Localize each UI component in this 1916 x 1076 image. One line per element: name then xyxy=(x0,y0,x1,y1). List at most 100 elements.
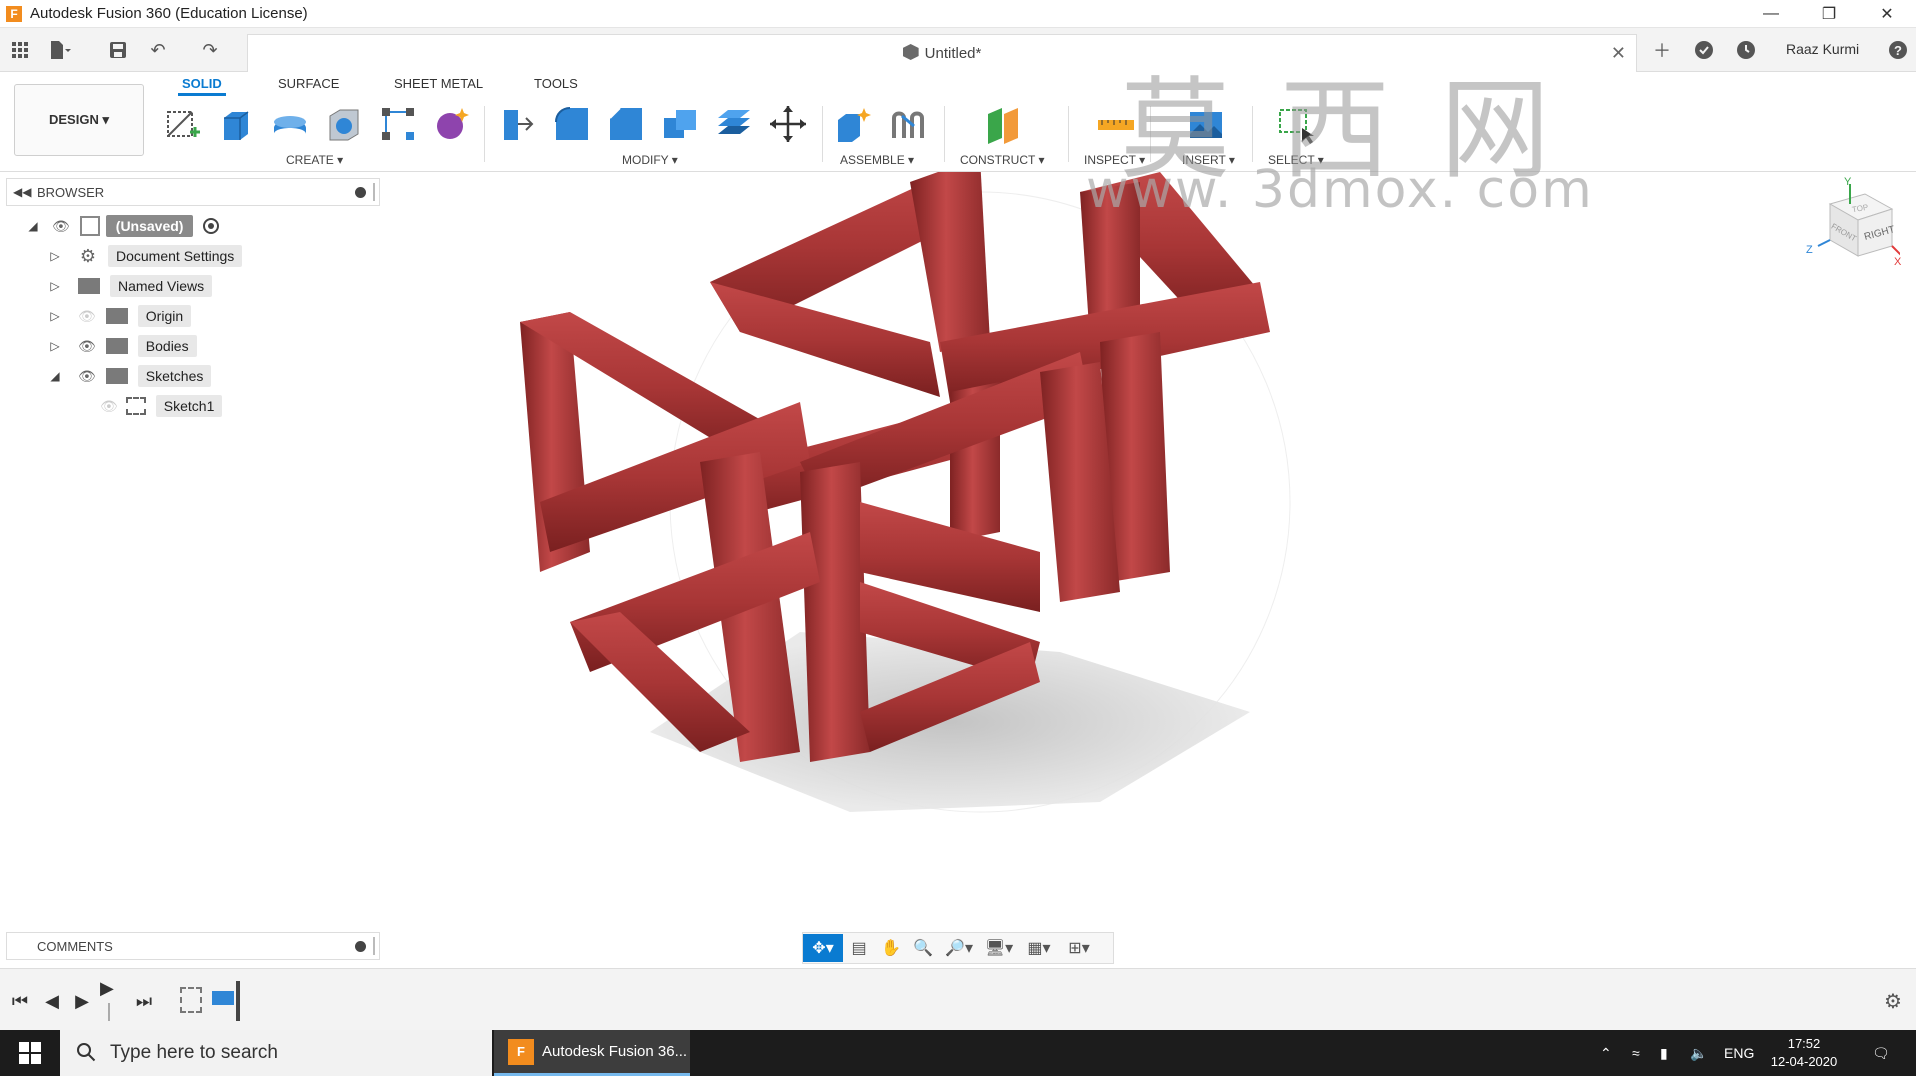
tree-item-sketches[interactable]: ◢ 👁 Sketches xyxy=(48,363,212,389)
save-icon[interactable] xyxy=(106,38,130,62)
file-menu-icon[interactable] xyxy=(48,38,72,62)
taskbar-fusion-app-button[interactable]: F Autodesk Fusion 36... xyxy=(494,1030,690,1076)
tab-tools[interactable]: TOOLS xyxy=(530,74,582,96)
tree-item-origin[interactable]: ▷ 👁 Origin xyxy=(48,303,192,329)
play-icon[interactable]: ▶ xyxy=(70,989,94,1013)
timeline-sketch-feature[interactable] xyxy=(180,987,202,1013)
combine-tool[interactable] xyxy=(658,102,702,146)
step-forward-icon[interactable]: ▶｜ xyxy=(100,978,124,1023)
press-pull-tool[interactable] xyxy=(496,102,540,146)
collapsed-triangle-icon[interactable]: ▷ xyxy=(48,249,62,263)
go-to-start-icon[interactable]: ⏮ xyxy=(8,989,32,1013)
grid-snaps-icon[interactable]: ▦▾ xyxy=(1019,934,1059,962)
restore-button[interactable]: ❐ xyxy=(1800,0,1858,28)
joint-tool[interactable] xyxy=(886,102,930,146)
sketch-icon xyxy=(125,397,146,415)
go-to-end-icon[interactable]: ⏭ xyxy=(132,989,156,1013)
help-icon[interactable]: ? xyxy=(1886,38,1910,62)
collapsed-triangle-icon[interactable]: ▷ xyxy=(48,339,62,353)
battery-icon[interactable]: ▮ xyxy=(1660,1030,1668,1076)
create-sketch-tool[interactable] xyxy=(160,102,204,146)
close-tab-icon[interactable]: ✕ xyxy=(1611,43,1626,64)
timeline-marker[interactable] xyxy=(236,981,240,1021)
network-icon[interactable]: ≈ xyxy=(1632,1030,1640,1076)
volume-icon[interactable]: 🔈 xyxy=(1690,1030,1707,1076)
visibility-eye-icon[interactable]: 👁 xyxy=(78,368,96,385)
collapsed-triangle-icon[interactable]: ▷ xyxy=(48,279,62,293)
tab-surface[interactable]: SURFACE xyxy=(274,74,343,96)
user-account-name[interactable]: Raaz Kurmi xyxy=(1786,41,1859,57)
taskbar-clock[interactable]: 17:52 12-04-2020 xyxy=(1764,1035,1844,1071)
chamfer-tool[interactable] xyxy=(604,102,648,146)
tab-solid[interactable]: SOLID xyxy=(178,74,226,96)
visibility-eye-icon[interactable]: 👁 xyxy=(52,218,70,235)
offset-face-tool[interactable] xyxy=(712,102,756,146)
zoom-icon[interactable]: 🔍 xyxy=(907,934,939,962)
tab-sheet-metal[interactable]: SHEET METAL xyxy=(390,74,487,96)
browser-resize-handle[interactable] xyxy=(373,183,375,201)
hidden-eye-icon[interactable]: 👁 xyxy=(100,398,118,415)
windows-start-icon[interactable] xyxy=(0,1030,60,1076)
look-at-icon[interactable]: ▤ xyxy=(843,934,875,962)
add-comment-icon[interactable] xyxy=(355,941,366,952)
windows-taskbar: Type here to search F Autodesk Fusion 36… xyxy=(0,1030,1916,1076)
tree-item-document-settings[interactable]: ▷ ⚙ Document Settings xyxy=(48,243,243,269)
show-hidden-icons-icon[interactable]: ⌃ xyxy=(1600,1030,1612,1076)
job-status-icon[interactable] xyxy=(1692,38,1716,62)
modify-group-label[interactable]: MODIFY ▾ xyxy=(622,153,678,167)
redo-icon[interactable]: ↷ xyxy=(198,38,222,62)
pan-hand-icon[interactable]: ✋ xyxy=(875,934,907,962)
action-center-icon[interactable]: 🗨 xyxy=(1872,1030,1890,1076)
data-panel-grid-icon[interactable] xyxy=(8,38,32,62)
activate-component-icon[interactable] xyxy=(203,218,220,234)
rectangular-pattern-tool[interactable] xyxy=(376,102,420,146)
revolve-tool[interactable] xyxy=(268,102,312,146)
navigation-toolbar: ✥▾ ▤ ✋ 🔍 🔎▾ 🖥▾ ▦▾ ⊞▾ xyxy=(802,932,1114,964)
shell-tool[interactable] xyxy=(322,102,366,146)
step-back-icon[interactable]: ◀ xyxy=(40,989,64,1013)
visibility-eye-icon[interactable]: 👁 xyxy=(78,338,96,355)
comments-panel-header[interactable]: COMMENTS xyxy=(6,932,380,960)
ribbon-separator xyxy=(822,106,823,162)
tree-root-node[interactable]: ◢ 👁 (Unsaved) xyxy=(26,213,220,239)
orbit-icon[interactable]: ✥▾ xyxy=(803,934,843,962)
taskbar-search-input[interactable]: Type here to search xyxy=(60,1030,492,1076)
tree-item-sketch1[interactable]: 👁 Sketch1 xyxy=(96,393,223,419)
tree-item-label: Sketches xyxy=(137,365,212,387)
tree-item-bodies[interactable]: ▷ 👁 Bodies xyxy=(48,333,197,359)
undo-icon[interactable]: ↶ xyxy=(146,38,170,62)
fit-window-icon[interactable]: 🔎▾ xyxy=(939,934,979,962)
browser-panel-header[interactable]: ◀◀ BROWSER xyxy=(6,178,380,206)
expanded-triangle-icon[interactable]: ◢ xyxy=(26,219,40,233)
new-component-tool[interactable] xyxy=(832,102,876,146)
timeline-settings-gear-icon[interactable]: ⚙ xyxy=(1884,989,1902,1014)
construct-group-label[interactable]: CONSTRUCT ▾ xyxy=(960,153,1044,167)
tree-item-named-views[interactable]: ▷ Named Views xyxy=(48,273,213,299)
assemble-group-label[interactable]: ASSEMBLE ▾ xyxy=(840,153,914,167)
expanded-triangle-icon[interactable]: ◢ xyxy=(48,369,62,383)
timeline-sweep-feature[interactable] xyxy=(212,991,234,1005)
offset-plane-tool[interactable] xyxy=(982,102,1026,146)
move-copy-tool[interactable] xyxy=(766,102,810,146)
root-component-label: (Unsaved) xyxy=(105,215,194,237)
language-indicator[interactable]: ENG xyxy=(1724,1030,1754,1076)
document-cube-icon xyxy=(902,44,919,60)
viewports-icon[interactable]: ⊞▾ xyxy=(1059,934,1099,962)
collapsed-triangle-icon[interactable]: ▷ xyxy=(48,309,62,323)
fillet-tool[interactable] xyxy=(550,102,594,146)
new-tab-icon[interactable]: ＋ xyxy=(1650,38,1674,62)
comments-resize-handle[interactable] xyxy=(373,937,375,955)
close-window-button[interactable]: ✕ xyxy=(1858,0,1916,28)
display-settings-icon[interactable]: 🖥▾ xyxy=(979,934,1019,962)
workspace-switcher-button[interactable]: DESIGN ▾ xyxy=(14,84,144,156)
minimize-button[interactable]: — xyxy=(1742,0,1800,28)
browser-pin-icon[interactable] xyxy=(355,187,366,198)
notifications-clock-icon[interactable] xyxy=(1734,38,1758,62)
viewcube[interactable]: RIGHT FRONT TOP Y X Z xyxy=(1800,176,1903,274)
collapse-browser-icon[interactable]: ◀◀ xyxy=(13,185,31,199)
extrude-tool[interactable] xyxy=(214,102,258,146)
create-group-label[interactable]: CREATE ▾ xyxy=(286,153,343,167)
create-form-tool[interactable] xyxy=(430,102,474,146)
3d-viewport-canvas[interactable]: 莫西网 www. 3dmox. com RIGHT FRONT TOP Y X … xyxy=(380,66,1916,967)
hidden-eye-icon[interactable]: 👁 xyxy=(78,308,96,325)
